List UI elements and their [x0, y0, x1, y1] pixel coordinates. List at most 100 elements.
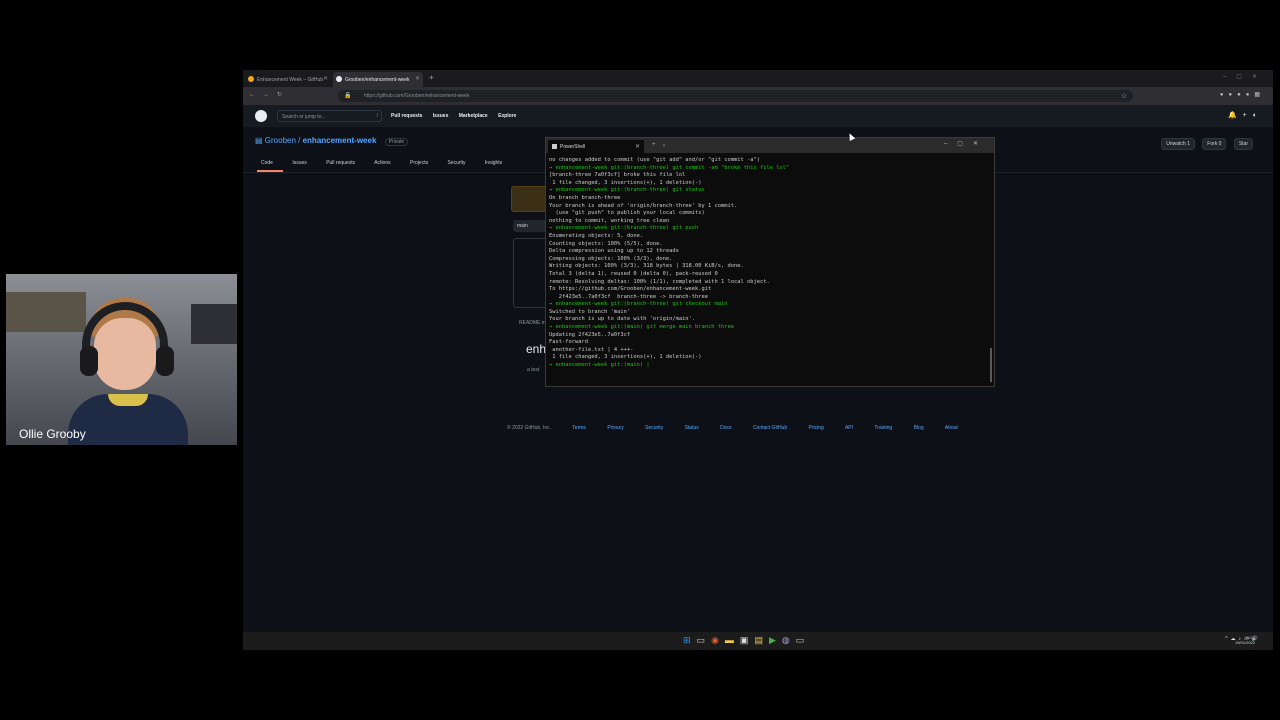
terminal-line: → enhancement-week git:(branch-three) gi… [549, 225, 699, 232]
streamer-figure [68, 294, 188, 445]
nav-issues[interactable]: Issues [433, 113, 449, 119]
footer-link[interactable]: Status [685, 425, 699, 431]
terminal-title-bar: PowerShell ✕ +⌄ –▢✕ [546, 138, 994, 153]
terminal-line: Fast-forward [549, 339, 588, 346]
tab-insights[interactable]: Insights [485, 160, 502, 166]
search-shortcut-key: / [376, 113, 378, 119]
terminal-line: nothing to commit, working tree clean [549, 217, 670, 224]
taskbar-app-icons[interactable]: ⊞▭◉▬▣▤▶◍▭ [683, 635, 810, 646]
notes-icon[interactable]: ▤ [754, 635, 769, 645]
terminal-scrollbar[interactable] [990, 348, 992, 382]
store-icon[interactable]: ▣ [740, 635, 755, 645]
terminal-line: Compressing objects: 100% (3/3), done. [549, 255, 673, 262]
github-footer: © 2022 GitHub, Inc. Terms Privacy Securi… [507, 425, 978, 431]
repo-icon: ▤ [255, 136, 265, 145]
github-logo-icon[interactable] [255, 110, 267, 122]
folder-icon[interactable]: ▬ [725, 635, 740, 645]
footer-link[interactable]: Security [645, 425, 663, 431]
terminal-line: 1 file changed, 3 insertions(+), 1 delet… [549, 354, 702, 361]
terminal-line: On branch branch-three [549, 194, 621, 201]
desktop-screen: Enhancement Week – GitHub ✕ Grooben/enha… [243, 70, 1273, 650]
search-icon[interactable]: ▭ [697, 635, 712, 645]
play-icon[interactable]: ▶ [769, 635, 782, 645]
close-tab-icon[interactable]: ✕ [635, 143, 640, 150]
lock-icon: 🔒 [344, 93, 352, 99]
tab-pull-requests[interactable]: Pull requests [326, 160, 355, 166]
repo-name-link[interactable]: enhancement-week [303, 136, 377, 145]
browser-tab-bar: Enhancement Week – GitHub ✕ Grooben/enha… [243, 70, 1273, 87]
app-icon[interactable]: ◍ [782, 635, 796, 645]
github-search-input[interactable]: Search or jump to... / [277, 110, 382, 122]
footer-link[interactable]: Pricing [809, 425, 824, 431]
webcam-shelf [191, 304, 237, 344]
browser-tab-2[interactable]: Grooben/enhancement-week ✕ [333, 72, 423, 87]
footer-link[interactable]: Training [874, 425, 892, 431]
github-favicon-icon [336, 76, 342, 82]
terminal-window[interactable]: PowerShell ✕ +⌄ –▢✕ no changes added to … [545, 137, 995, 387]
footer-copyright: © 2022 GitHub, Inc. [507, 425, 551, 431]
footer-link[interactable]: Terms [572, 425, 586, 431]
branch-name: main [517, 223, 528, 229]
close-tab-icon[interactable]: ✕ [323, 75, 328, 82]
terminal-line: Delta compression using up to 12 threads [549, 248, 679, 255]
terminal-line: Counting objects: 100% (5/5), done. [549, 240, 663, 247]
terminal-line: Updating 2f423e5..7a0f3cf [549, 331, 631, 338]
terminal-line: Enumerating objects: 5, done. [549, 232, 644, 239]
footer-link[interactable]: Privacy [607, 425, 623, 431]
nav-pull-requests[interactable]: Pull requests [391, 113, 422, 119]
tab-issues[interactable]: Issues [292, 160, 306, 166]
start-icon[interactable]: ⊞ [683, 635, 697, 645]
footer-link[interactable]: Contact GitHub [753, 425, 787, 431]
repo-tabs: Code Issues Pull requests Actions Projec… [261, 160, 520, 166]
readme-text: a test [527, 367, 540, 373]
nav-buttons[interactable]: ←→↻ [249, 91, 290, 98]
terminal-taskbar-icon[interactable]: ▭ [796, 635, 811, 645]
tab-projects[interactable]: Projects [410, 160, 428, 166]
terminal-line: no changes added to commit (use "git add… [549, 157, 760, 163]
url-input[interactable]: 🔒 https://github.com/Grooben/enhancement… [338, 90, 1133, 102]
system-clock[interactable]: 10:22 19/01/2022 [1235, 635, 1255, 645]
window-controls[interactable]: –▢✕ [1223, 73, 1267, 80]
browser-tab-1[interactable]: Enhancement Week – GitHub ✕ [245, 72, 331, 87]
browser-address-bar: ←→↻ 🔒 https://github.com/Grooben/enhance… [243, 87, 1273, 105]
terminal-line: → enhancement-week git:(branch-three) gi… [549, 301, 728, 308]
github-header: Search or jump to... / Pull requests Iss… [243, 105, 1273, 127]
repo-actions: Unwatch 1 Fork 0 Star [1155, 138, 1253, 150]
terminal-line: [branch-three 7a0f3cf] broke this file l… [549, 172, 686, 179]
tab-code[interactable]: Code [261, 160, 273, 166]
browser-icon[interactable]: ◉ [711, 635, 725, 645]
terminal-line: another-file.txt | 4 +++- [549, 346, 634, 353]
star-button[interactable]: Star [1233, 138, 1253, 150]
tab-security[interactable]: Security [447, 160, 465, 166]
terminal-line: → enhancement-week git:(main) git merge … [549, 324, 734, 331]
footer-link[interactable]: About [945, 425, 958, 431]
fork-button[interactable]: Fork 0 [1202, 138, 1227, 150]
new-tab-button[interactable]: + [429, 73, 434, 82]
terminal-window-controls[interactable]: –▢✕ [944, 140, 988, 147]
terminal-new-tab-button[interactable]: +⌄ [652, 141, 673, 148]
close-tab-icon[interactable]: ✕ [415, 75, 420, 82]
webcam-name-label: Ollie Grooby [19, 427, 86, 441]
footer-link[interactable]: Docs [720, 425, 731, 431]
footer-link[interactable]: API [845, 425, 853, 431]
nav-marketplace[interactable]: Marketplace [459, 113, 488, 119]
clock-date: 19/01/2022 [1234, 640, 1255, 645]
footer-link[interactable]: Blog [914, 425, 924, 431]
terminal-line: Your branch is up to date with 'origin/m… [549, 316, 696, 323]
extension-icons[interactable]: ●●●●▦ [1220, 91, 1265, 98]
terminal-tab[interactable]: PowerShell ✕ [548, 140, 644, 153]
terminal-line: 1 file changed, 3 insertions(+), 1 delet… [549, 179, 702, 186]
terminal-line: (use "git push" to publish your local co… [549, 210, 705, 217]
nav-explore[interactable]: Explore [498, 113, 516, 119]
github-search-placeholder: Search or jump to... [282, 114, 326, 120]
repo-owner-link[interactable]: Grooben [265, 136, 296, 145]
terminal-output[interactable]: no changes added to commit (use "git add… [549, 157, 985, 370]
bookmark-star-icon[interactable]: ☆ [1121, 92, 1127, 100]
header-user-controls[interactable]: 🔔+◐ [1228, 111, 1263, 119]
terminal-line: Writing objects: 100% (3/3), 318 bytes |… [549, 263, 744, 270]
browser-tab-2-title: Grooben/enhancement-week [345, 77, 410, 83]
url-text: https://github.com/Grooben/enhancement-w… [364, 93, 470, 99]
watch-button[interactable]: Unwatch 1 [1161, 138, 1195, 150]
terminal-line: Your branch is ahead of 'origin/branch-t… [549, 202, 738, 209]
tab-actions[interactable]: Actions [374, 160, 390, 166]
